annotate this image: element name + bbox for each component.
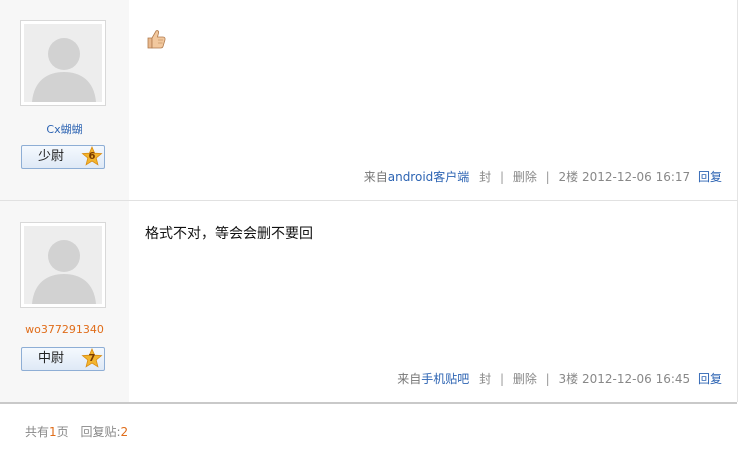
- total-prefix: 共有: [25, 425, 50, 439]
- username-link[interactable]: wo377291340: [0, 323, 129, 336]
- post-timestamp: 2012-12-06 16:17: [582, 170, 691, 184]
- reply-link[interactable]: 回复: [698, 168, 722, 185]
- source-prefix: 来自: [397, 372, 422, 386]
- divider: |: [499, 372, 504, 386]
- list-bottom-divider: [0, 402, 737, 404]
- level-star-icon: 6: [81, 146, 103, 168]
- reply-link[interactable]: 回复: [698, 370, 722, 387]
- rank-badge[interactable]: 中尉 7: [21, 347, 105, 371]
- ban-link[interactable]: 封: [479, 168, 491, 185]
- rank-label: 少尉: [37, 149, 64, 164]
- post-footer: 来自android客户端 封 | 删除 | 2楼 2012-12-06 16:1…: [364, 168, 722, 185]
- avatar[interactable]: [20, 20, 106, 106]
- post-floor-3: wo377291340 中尉 7 格式不对，等会会删不要回 来自手机贴吧 封 |…: [0, 201, 738, 402]
- username-link[interactable]: Cx蝴蝴: [0, 121, 129, 137]
- divider: |: [545, 372, 550, 386]
- post-timestamp: 2012-12-06 16:45: [582, 372, 691, 386]
- ban-link[interactable]: 封: [479, 370, 491, 387]
- replies-label: 回复贴:: [80, 425, 121, 439]
- default-avatar-icon: [24, 24, 102, 102]
- delete-link[interactable]: 删除: [513, 370, 537, 387]
- rank-badge[interactable]: 少尉 6: [21, 145, 105, 169]
- post-content: 来自android客户端 封 | 删除 | 2楼 2012-12-06 16:1…: [145, 0, 722, 200]
- pages-suffix: 页: [56, 425, 69, 439]
- level-star-icon: 7: [81, 348, 103, 370]
- level-number: 6: [88, 151, 96, 162]
- level-number: 7: [88, 353, 96, 364]
- reply-count: 2: [120, 425, 129, 439]
- post-text: 格式不对，等会会删不要回: [145, 226, 313, 242]
- divider: |: [499, 170, 504, 184]
- thumbs-up-icon: [147, 30, 166, 49]
- delete-link[interactable]: 删除: [513, 168, 537, 185]
- post-floor-2: Cx蝴蝴 少尉 6 来自android客户端 封 | 删除 | 2楼 2012-…: [0, 0, 738, 201]
- rank-label: 中尉: [37, 351, 64, 366]
- default-avatar-icon: [24, 226, 102, 304]
- source-prefix: 来自: [363, 170, 388, 184]
- page-count: 1: [49, 425, 57, 439]
- source-app-link[interactable]: 手机贴吧: [421, 370, 469, 387]
- source-app-link[interactable]: android客户端: [388, 168, 470, 185]
- avatar[interactable]: [20, 222, 106, 308]
- floor-number: 3楼: [558, 372, 579, 386]
- divider: |: [545, 170, 550, 184]
- floor-number: 2楼: [558, 170, 579, 184]
- post-author-sidebar: Cx蝴蝴 少尉 6: [0, 0, 129, 200]
- post-author-sidebar: wo377291340 中尉 7: [0, 201, 129, 402]
- post-content: 格式不对，等会会删不要回 来自手机贴吧 封 | 删除 | 3楼 2012-12-…: [145, 201, 722, 402]
- post-footer: 来自手机贴吧 封 | 删除 | 3楼 2012-12-06 16:45 回复: [397, 370, 722, 387]
- pager-summary: 共有1页 回复贴:2: [25, 423, 128, 440]
